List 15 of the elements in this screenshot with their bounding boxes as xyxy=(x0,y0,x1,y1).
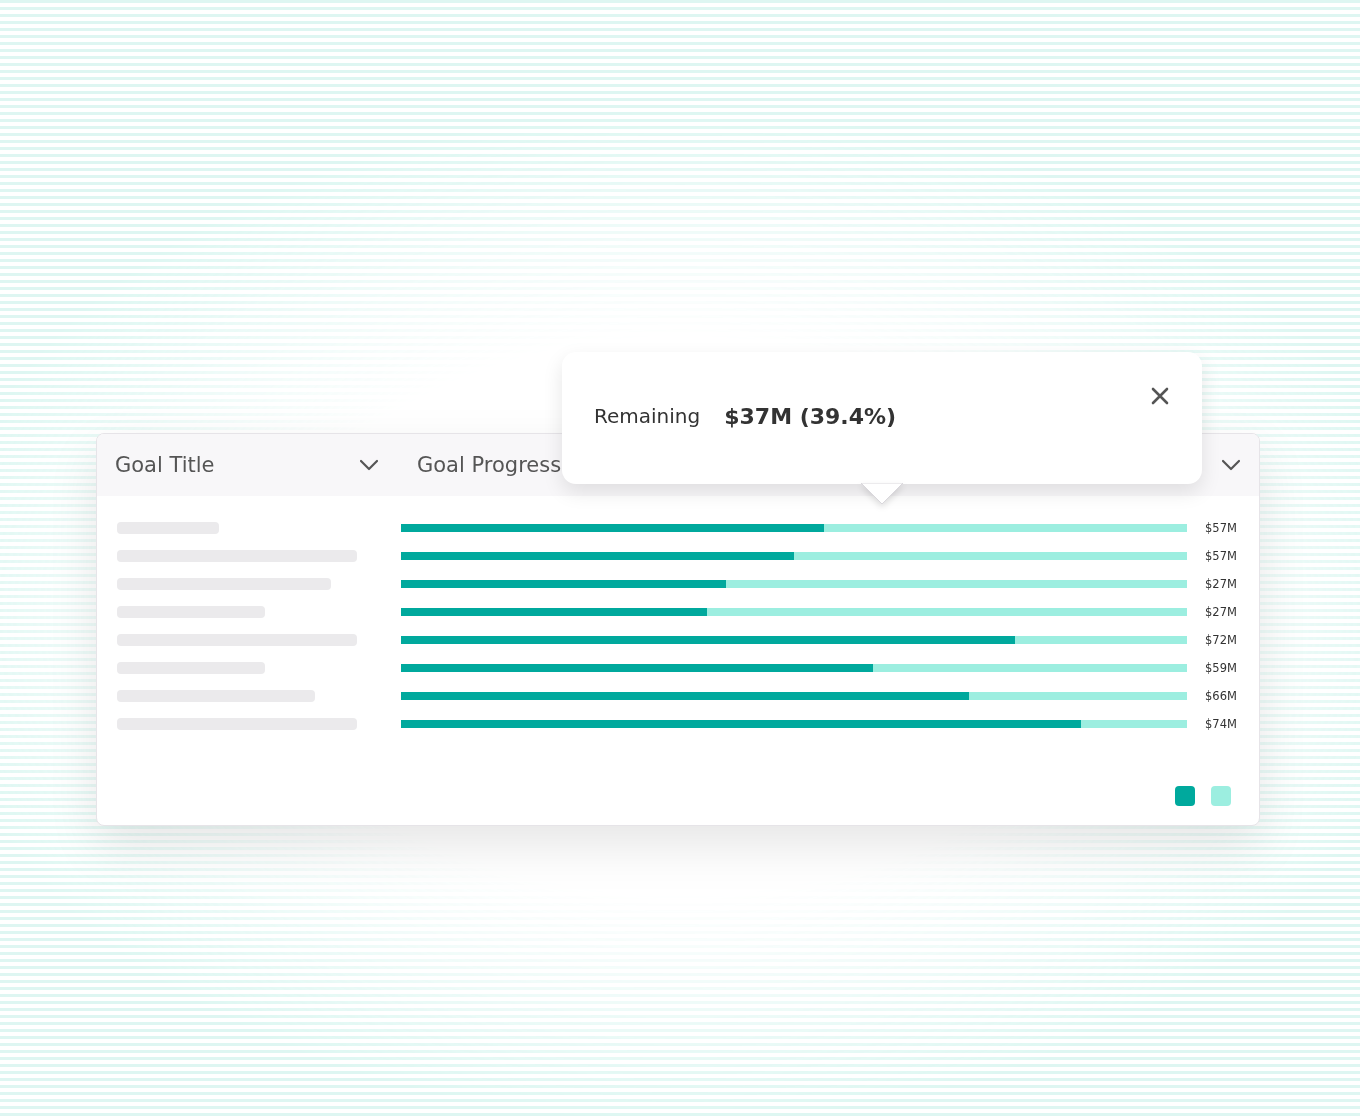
amount-label: $66M xyxy=(1205,689,1237,703)
tooltip-value: $37M (39.4%) xyxy=(724,404,897,429)
amount-label: $59M xyxy=(1205,661,1237,675)
amount-label: $27M xyxy=(1205,605,1237,619)
amount-label: $57M xyxy=(1205,521,1237,535)
close-icon xyxy=(1150,386,1170,406)
amount-label: $27M xyxy=(1205,577,1237,591)
column-header: Goal Title xyxy=(115,453,215,477)
column-header: Goal Progress xyxy=(417,453,562,477)
chevron-down-icon[interactable] xyxy=(1221,459,1241,471)
tooltip-label: Remaining xyxy=(594,404,701,428)
amount-label: $57M xyxy=(1205,549,1237,563)
chevron-down-icon[interactable] xyxy=(359,459,379,471)
amount-label: $74M xyxy=(1205,717,1237,731)
amount-label: $72M xyxy=(1205,633,1237,647)
